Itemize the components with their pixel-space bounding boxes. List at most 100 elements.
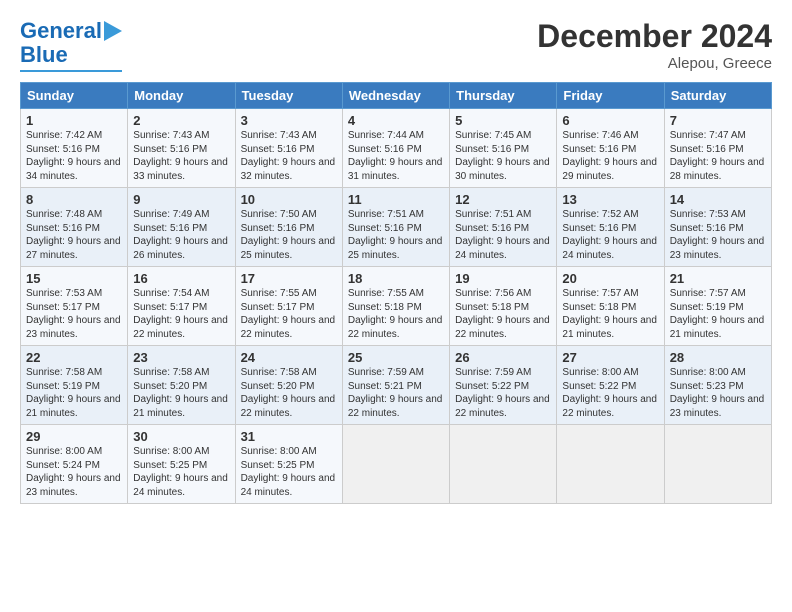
day-number: 30: [133, 429, 229, 444]
day-cell: 10 Sunrise: 7:50 AMSunset: 5:16 PMDayligh…: [235, 188, 342, 267]
day-cell: 25 Sunrise: 7:59 AMSunset: 5:21 PMDayligh…: [342, 346, 449, 425]
day-cell: 21 Sunrise: 7:57 AMSunset: 5:19 PMDayligh…: [664, 267, 771, 346]
day-cell: 6 Sunrise: 7:46 AMSunset: 5:16 PMDaylight…: [557, 109, 664, 188]
calendar-header-row: SundayMondayTuesdayWednesdayThursdayFrid…: [21, 83, 772, 109]
day-cell: 23 Sunrise: 7:58 AMSunset: 5:20 PMDayligh…: [128, 346, 235, 425]
day-info: Sunrise: 7:43 AMSunset: 5:16 PMDaylight:…: [133, 130, 228, 182]
logo-blue: Blue: [20, 42, 68, 68]
day-number: 28: [670, 350, 766, 365]
day-cell: 12Sunrise: 7:51 AMSunset: 5:16 PMDayligh…: [450, 188, 557, 267]
day-info: Sunrise: 7:53 AMSunset: 5:17 PMDaylight:…: [26, 288, 121, 340]
day-cell: 19 Sunrise: 7:56 AMSunset: 5:18 PMDayligh…: [450, 267, 557, 346]
day-cell: 2 Sunrise: 7:43 AMSunset: 5:16 PMDaylight…: [128, 109, 235, 188]
day-info: Sunrise: 7:50 AMSunset: 5:16 PMDaylight:…: [241, 209, 336, 261]
day-cell: 1 Sunrise: 7:42 AMSunset: 5:16 PMDaylight…: [21, 109, 128, 188]
day-cell: 17 Sunrise: 7:55 AMSunset: 5:17 PMDayligh…: [235, 267, 342, 346]
day-cell: 24 Sunrise: 7:58 AMSunset: 5:20 PMDayligh…: [235, 346, 342, 425]
day-info: Sunrise: 8:00 AMSunset: 5:25 PMDaylight:…: [133, 446, 228, 498]
day-number: 5: [455, 113, 551, 128]
day-number: 17: [241, 271, 337, 286]
day-info: Sunrise: 7:55 AMSunset: 5:17 PMDaylight:…: [241, 288, 336, 340]
day-info: Sunrise: 7:48 AMSunset: 5:16 PMDaylight:…: [26, 209, 121, 261]
calendar-table: SundayMondayTuesdayWednesdayThursdayFrid…: [20, 82, 772, 504]
day-info: Sunrise: 7:57 AMSunset: 5:19 PMDaylight:…: [670, 288, 765, 340]
day-number: 14: [670, 192, 766, 207]
page-header: General Blue December 2024 Alepou, Greec…: [20, 18, 772, 72]
col-header-wednesday: Wednesday: [342, 83, 449, 109]
week-row-1: 1 Sunrise: 7:42 AMSunset: 5:16 PMDaylight…: [21, 109, 772, 188]
day-cell: 14Sunrise: 7:53 AMSunset: 5:16 PMDayligh…: [664, 188, 771, 267]
col-header-tuesday: Tuesday: [235, 83, 342, 109]
day-number: 10: [241, 192, 337, 207]
page-title: December 2024: [537, 18, 772, 55]
day-info: Sunrise: 7:58 AMSunset: 5:20 PMDaylight:…: [241, 367, 336, 419]
week-row-4: 22Sunrise: 7:58 AMSunset: 5:19 PMDayligh…: [21, 346, 772, 425]
day-info: Sunrise: 7:55 AMSunset: 5:18 PMDaylight:…: [348, 288, 443, 340]
day-info: Sunrise: 7:57 AMSunset: 5:18 PMDaylight:…: [562, 288, 657, 340]
logo: General Blue: [20, 18, 122, 72]
day-info: Sunrise: 7:59 AMSunset: 5:22 PMDaylight:…: [455, 367, 550, 419]
day-cell: 5Sunrise: 7:45 AMSunset: 5:16 PMDaylight…: [450, 109, 557, 188]
col-header-sunday: Sunday: [21, 83, 128, 109]
day-number: 1: [26, 113, 122, 128]
day-info: Sunrise: 7:52 AMSunset: 5:16 PMDaylight:…: [562, 209, 657, 261]
page-subtitle: Alepou, Greece: [537, 55, 772, 72]
logo-general: General: [20, 18, 102, 44]
day-info: Sunrise: 7:56 AMSunset: 5:18 PMDaylight:…: [455, 288, 550, 340]
day-cell: 3 Sunrise: 7:43 AMSunset: 5:16 PMDaylight…: [235, 109, 342, 188]
week-row-5: 29 Sunrise: 8:00 AMSunset: 5:24 PMDayligh…: [21, 425, 772, 504]
day-number: 19: [455, 271, 551, 286]
day-number: 24: [241, 350, 337, 365]
day-info: Sunrise: 7:42 AMSunset: 5:16 PMDaylight:…: [26, 130, 121, 182]
day-cell: 18 Sunrise: 7:55 AMSunset: 5:18 PMDayligh…: [342, 267, 449, 346]
logo-underline: [20, 70, 122, 72]
col-header-saturday: Saturday: [664, 83, 771, 109]
col-header-friday: Friday: [557, 83, 664, 109]
day-info: Sunrise: 8:00 AMSunset: 5:25 PMDaylight:…: [241, 446, 336, 498]
day-info: Sunrise: 7:51 AMSunset: 5:16 PMDaylight:…: [348, 209, 443, 261]
day-cell: [342, 425, 449, 504]
day-number: 25: [348, 350, 444, 365]
day-number: 9: [133, 192, 229, 207]
day-info: Sunrise: 7:43 AMSunset: 5:16 PMDaylight:…: [241, 130, 336, 182]
day-info: Sunrise: 7:51 AMSunset: 5:16 PMDaylight:…: [455, 209, 550, 261]
day-number: 15: [26, 271, 122, 286]
week-row-2: 8 Sunrise: 7:48 AMSunset: 5:16 PMDaylight…: [21, 188, 772, 267]
day-info: Sunrise: 7:58 AMSunset: 5:20 PMDaylight:…: [133, 367, 228, 419]
day-cell: 29 Sunrise: 8:00 AMSunset: 5:24 PMDayligh…: [21, 425, 128, 504]
week-row-3: 15 Sunrise: 7:53 AMSunset: 5:17 PMDayligh…: [21, 267, 772, 346]
day-info: Sunrise: 8:00 AMSunset: 5:24 PMDaylight:…: [26, 446, 121, 498]
day-cell: 15 Sunrise: 7:53 AMSunset: 5:17 PMDayligh…: [21, 267, 128, 346]
day-number: 8: [26, 192, 122, 207]
day-number: 7: [670, 113, 766, 128]
col-header-monday: Monday: [128, 83, 235, 109]
day-cell: 27Sunrise: 8:00 AMSunset: 5:22 PMDayligh…: [557, 346, 664, 425]
day-number: 21: [670, 271, 766, 286]
day-number: 13: [562, 192, 658, 207]
day-number: 4: [348, 113, 444, 128]
day-cell: 8 Sunrise: 7:48 AMSunset: 5:16 PMDaylight…: [21, 188, 128, 267]
day-number: 2: [133, 113, 229, 128]
day-number: 3: [241, 113, 337, 128]
day-info: Sunrise: 7:59 AMSunset: 5:21 PMDaylight:…: [348, 367, 443, 419]
day-cell: 9Sunrise: 7:49 AMSunset: 5:16 PMDaylight…: [128, 188, 235, 267]
day-cell: 30 Sunrise: 8:00 AMSunset: 5:25 PMDayligh…: [128, 425, 235, 504]
day-cell: 22Sunrise: 7:58 AMSunset: 5:19 PMDayligh…: [21, 346, 128, 425]
day-number: 20: [562, 271, 658, 286]
day-cell: 7Sunrise: 7:47 AMSunset: 5:16 PMDaylight…: [664, 109, 771, 188]
day-cell: [557, 425, 664, 504]
day-cell: 26Sunrise: 7:59 AMSunset: 5:22 PMDayligh…: [450, 346, 557, 425]
day-info: Sunrise: 7:54 AMSunset: 5:17 PMDaylight:…: [133, 288, 228, 340]
day-number: 16: [133, 271, 229, 286]
day-number: 23: [133, 350, 229, 365]
day-number: 18: [348, 271, 444, 286]
col-header-thursday: Thursday: [450, 83, 557, 109]
day-number: 11: [348, 192, 444, 207]
day-cell: 4Sunrise: 7:44 AMSunset: 5:16 PMDaylight…: [342, 109, 449, 188]
logo-arrow-icon: [104, 21, 122, 41]
day-info: Sunrise: 8:00 AMSunset: 5:22 PMDaylight:…: [562, 367, 657, 419]
day-number: 6: [562, 113, 658, 128]
day-cell: [664, 425, 771, 504]
day-info: Sunrise: 7:46 AMSunset: 5:16 PMDaylight:…: [562, 130, 657, 182]
day-number: 29: [26, 429, 122, 444]
